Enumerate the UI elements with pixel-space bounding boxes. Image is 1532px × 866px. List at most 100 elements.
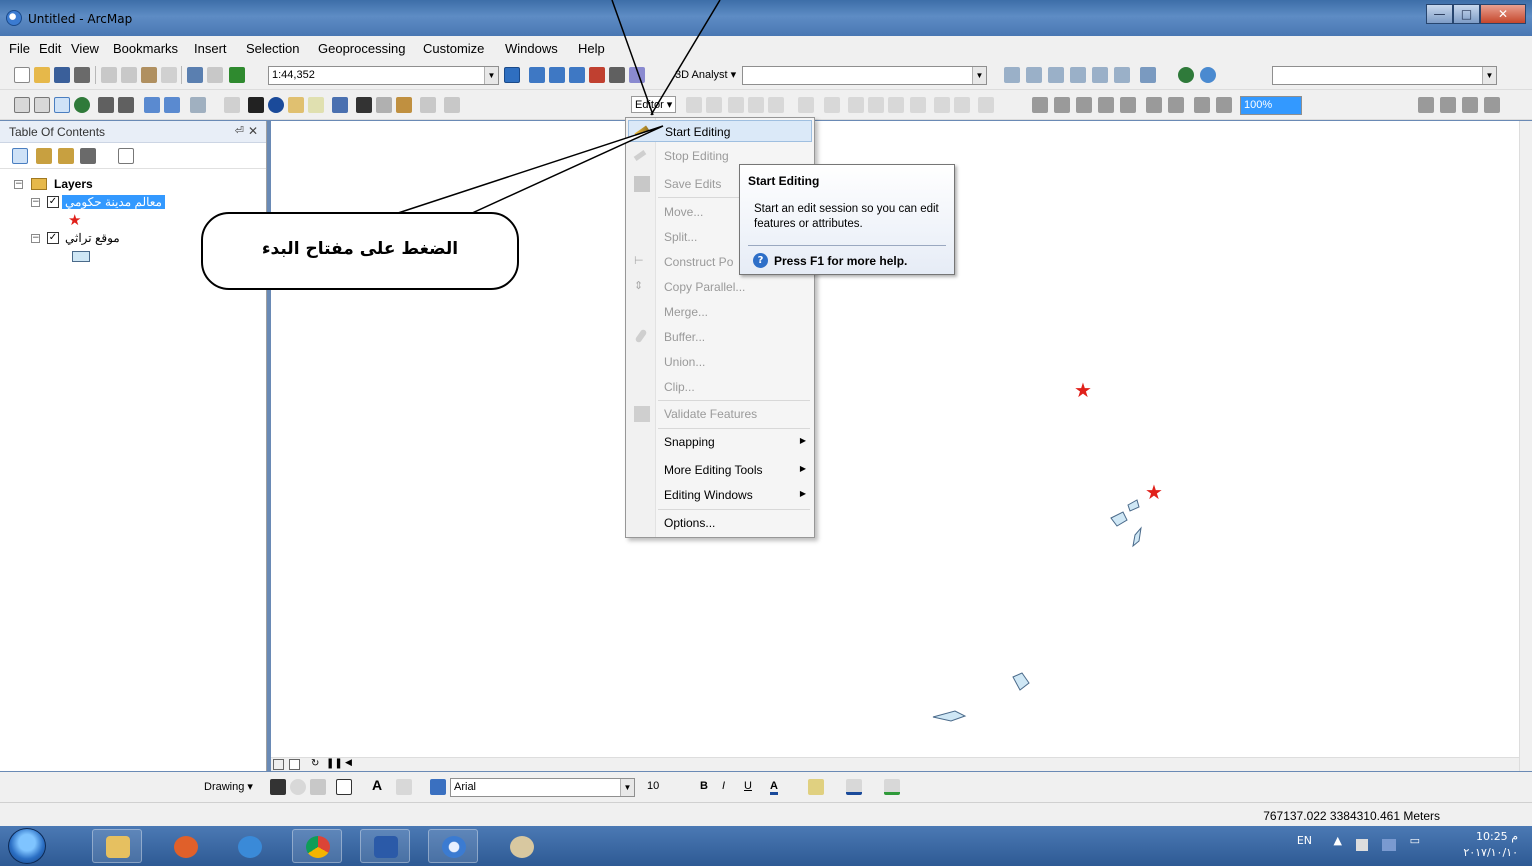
layout-tool-icon[interactable] [1076,97,1092,113]
font-color-icon[interactable] [430,779,446,795]
signal-strength-icon[interactable]: ▭ [1410,834,1420,847]
select-elements-icon[interactable] [270,779,286,795]
find-route-icon[interactable] [376,97,392,113]
layer-visibility-checkbox[interactable]: ✓ [47,232,59,244]
add-data-icon[interactable] [229,67,245,83]
menu-bookmarks[interactable]: Bookmarks [113,41,178,56]
trace-icon[interactable] [768,97,784,113]
taskbar-internet-explorer[interactable] [224,829,274,863]
underline-button[interactable]: U [744,780,752,792]
3d-tool-icon[interactable] [1070,67,1086,83]
taskbar-media-player[interactable] [160,829,210,863]
taskbar-paint[interactable] [496,829,546,863]
rectangle-icon[interactable] [336,779,352,795]
select-features-icon[interactable] [190,97,206,113]
3d-tool-icon[interactable] [1048,67,1064,83]
layout-tool-icon[interactable] [1216,97,1232,113]
menu-insert[interactable]: Insert [194,41,227,56]
layer-combo[interactable]: ▼ [1272,66,1497,85]
menu-selection[interactable]: Selection [246,41,299,56]
taskbar-word[interactable] [360,829,410,863]
menu-item-more-editing-tools[interactable]: More Editing Tools ▶ [628,459,812,481]
italic-button[interactable]: I [722,780,725,792]
new-document-icon[interactable] [14,67,30,83]
edit-annotation-icon[interactable] [706,97,722,113]
undo-icon[interactable] [187,67,203,83]
zoom-out-icon[interactable] [34,97,50,113]
save-icon[interactable] [54,67,70,83]
full-extent-icon[interactable] [74,97,90,113]
search-window-icon[interactable] [569,67,585,83]
rotate-element-icon[interactable] [290,779,306,795]
layout-tool-icon[interactable] [1194,97,1210,113]
end-point-arc-icon[interactable] [748,97,764,113]
maximize-button[interactable]: □ [1453,4,1480,24]
chevron-down-icon[interactable]: ▼ [620,779,634,796]
zoom-percent-combo[interactable]: 100% [1240,96,1302,115]
taskbar-arcmap[interactable] [428,829,478,863]
edit-vertices-icon[interactable] [824,97,840,113]
layout-tool-icon[interactable] [1120,97,1136,113]
split-icon[interactable] [888,97,904,113]
font-name-combo[interactable]: Arial ▼ [450,778,635,797]
menu-item-snapping[interactable]: Snapping ▶ [628,431,812,453]
arctoolbox-icon[interactable] [589,67,605,83]
pan-hand-icon[interactable] [54,97,70,113]
profile-graph-icon[interactable] [1140,67,1156,83]
chevron-down-icon[interactable]: ▼ [972,67,986,84]
time-slider-icon[interactable] [420,97,436,113]
minimize-button[interactable]: — [1426,4,1453,24]
menu-customize[interactable]: Customize [423,41,484,56]
menu-item-buffer[interactable]: Buffer... [628,326,812,348]
menu-item-editing-windows[interactable]: Editing Windows ▶ [628,484,812,506]
catalog-window-icon[interactable] [549,67,565,83]
collapse-icon[interactable]: − [31,234,40,243]
identify-icon[interactable] [268,97,284,113]
straight-segment-icon[interactable] [728,97,744,113]
cut-icon[interactable] [101,67,117,83]
language-indicator[interactable]: EN [1297,834,1312,847]
3d-tool-icon[interactable] [1114,67,1130,83]
collapse-icon[interactable]: − [31,198,40,207]
layout-tool-icon[interactable] [1168,97,1184,113]
close-icon[interactable]: ✕ [248,124,258,138]
zoom-in-icon[interactable] [14,97,30,113]
text-icon[interactable]: A [372,777,382,793]
system-clock[interactable]: 10:25 م ٢٠١٧/١٠/١٠ [1463,829,1518,861]
edit-vertices-icon[interactable] [396,779,412,795]
font-size-combo[interactable]: 10 [644,778,680,797]
editor-menu-button[interactable]: Editor ▾ [631,96,677,113]
drawing-menu-button[interactable]: Drawing ▾ [204,780,253,793]
pin-icon[interactable]: ⏎ [235,124,244,137]
refresh-icon[interactable]: ↻ [311,758,319,769]
menu-geoprocessing[interactable]: Geoprocessing [318,41,405,56]
vertical-scrollbar[interactable] [1519,121,1532,771]
layout-view-icon[interactable] [289,759,300,770]
options-icon[interactable] [118,148,134,164]
cut-polygons-icon[interactable] [868,97,884,113]
pause-icon[interactable]: ❚❚ [326,758,343,769]
taskbar-explorer[interactable] [92,829,142,863]
list-by-visibility-icon[interactable] [58,148,74,164]
menu-item-merge[interactable]: Merge... [628,301,812,323]
taskbar-chrome[interactable] [292,829,342,863]
menu-edit[interactable]: Edit [39,41,61,56]
rotate-icon[interactable] [910,97,926,113]
list-by-drawing-order-icon[interactable] [12,148,28,164]
arcglobe-icon[interactable] [1200,67,1216,83]
fixed-zoom-in-icon[interactable] [98,97,114,113]
open-folder-icon[interactable] [34,67,50,83]
horizontal-scrollbar[interactable]: ↻ ❚❚ ◀ [271,757,1519,771]
copy-icon[interactable] [121,67,137,83]
menu-item-copy-parallel[interactable]: ⇕ Copy Parallel... [628,276,812,298]
edit-tool-icon[interactable] [686,97,702,113]
go-to-xy-icon[interactable] [396,97,412,113]
layout-tool-icon[interactable] [1440,97,1456,113]
editor-toolbar-icon[interactable] [504,67,520,83]
layer-visibility-checkbox[interactable]: ✓ [47,196,59,208]
measure-icon[interactable] [332,97,348,113]
scroll-left-icon[interactable]: ◀ [345,758,352,768]
menu-windows[interactable]: Windows [505,41,558,56]
html-popup-icon[interactable] [308,97,324,113]
show-hidden-icons[interactable]: ▲ [1334,834,1342,847]
